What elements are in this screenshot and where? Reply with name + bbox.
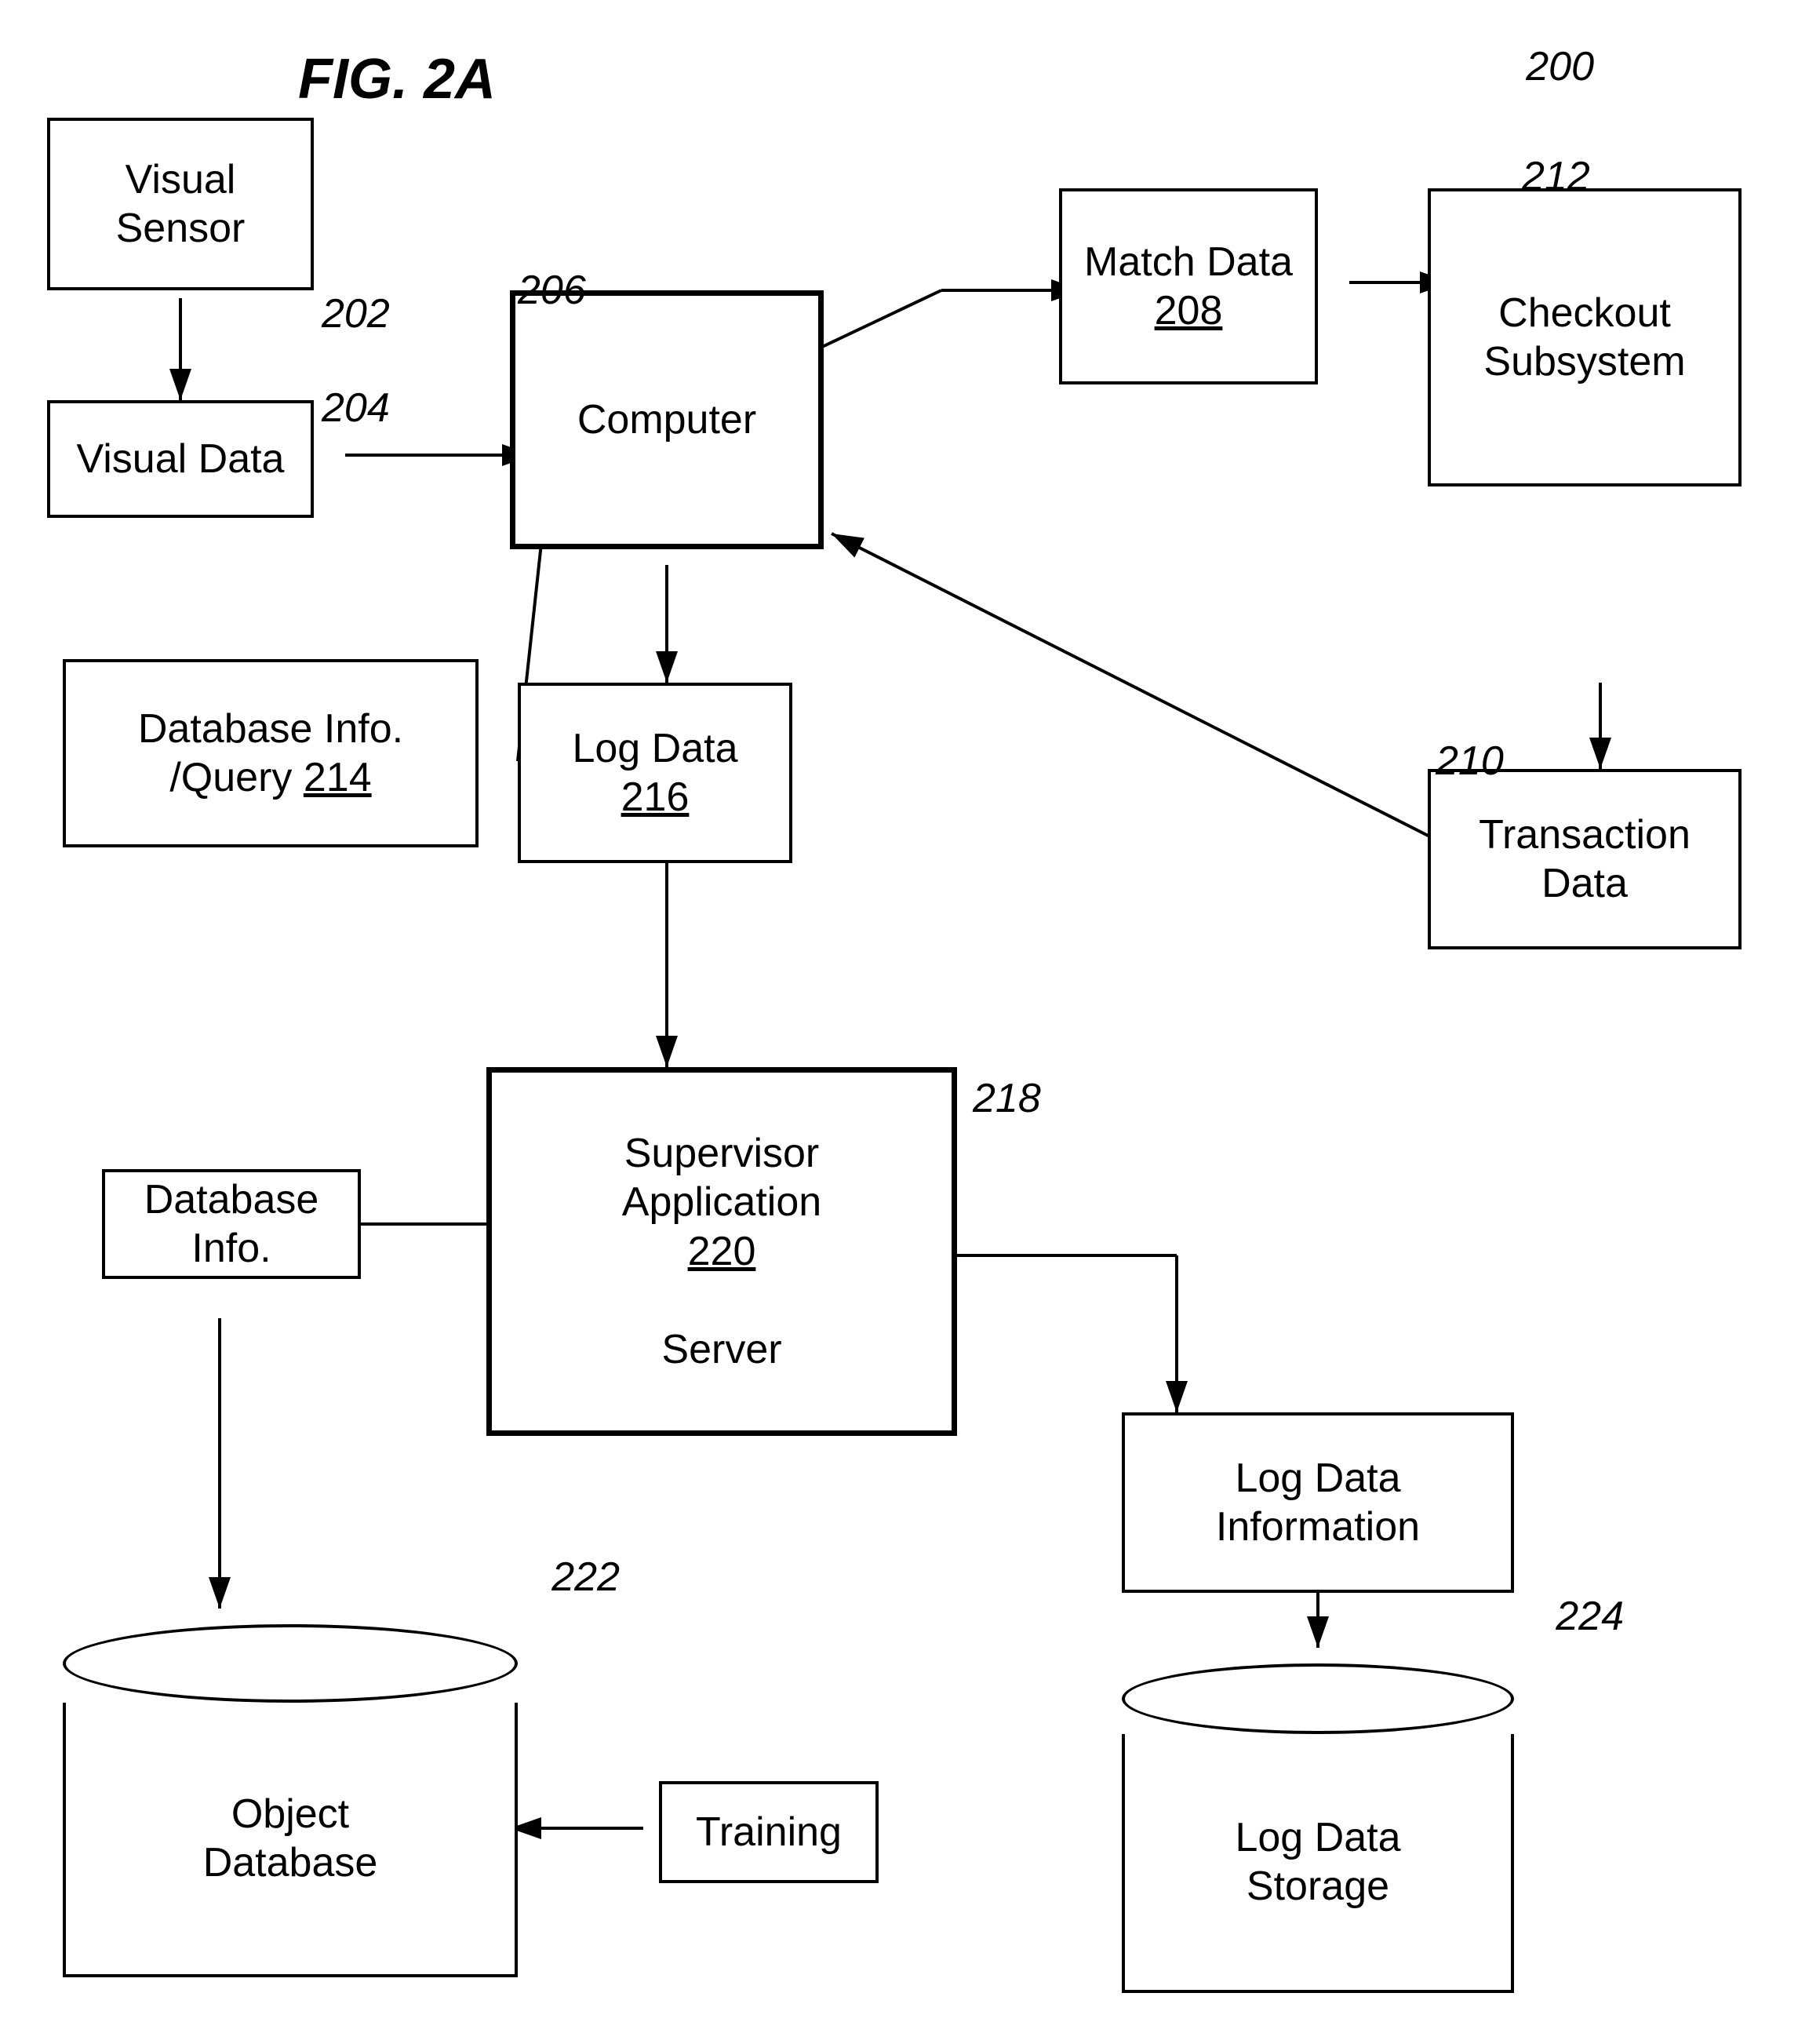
match-data-box: Match Data208 — [1059, 188, 1318, 384]
ref-200: 200 — [1526, 43, 1594, 90]
log-storage-top — [1122, 1663, 1514, 1734]
training-box: Training — [659, 1781, 879, 1883]
database-info-query-label: Database Info./Query 214 — [138, 705, 403, 803]
object-database-cylinder: ObjectDatabase 222 — [63, 1609, 518, 1993]
database-info-query-box: Database Info./Query 214 — [63, 659, 479, 847]
visual-data-label: Visual Data — [77, 435, 285, 483]
log-storage-body: Log DataStorage — [1122, 1734, 1514, 1993]
match-data-label: Match Data208 — [1084, 238, 1293, 336]
log-data-label: Log Data216 — [572, 724, 737, 822]
ref-202: 202 — [322, 290, 390, 337]
visual-data-box: Visual Data — [47, 400, 314, 518]
computer-box: Computer — [510, 290, 824, 549]
object-database-label: ObjectDatabase — [203, 1790, 378, 1888]
log-data-info-box: Log DataInformation — [1122, 1412, 1514, 1593]
ref-210: 210 — [1436, 738, 1504, 785]
ref-224: 224 — [1556, 1593, 1624, 1640]
object-db-top — [63, 1624, 518, 1703]
supervisor-app-box: SupervisorApplication220Server — [486, 1067, 957, 1436]
ref-206: 206 — [518, 267, 586, 314]
computer-label: Computer — [577, 395, 756, 444]
log-data-box: Log Data216 — [518, 683, 792, 863]
visual-sensor-label: VisualSensor — [116, 155, 246, 253]
supervisor-app-label: SupervisorApplication220Server — [622, 1129, 821, 1374]
ref-212: 212 — [1522, 153, 1590, 200]
figure-title: FIG. 2A — [298, 47, 496, 111]
training-label: Training — [696, 1808, 842, 1856]
ref-218: 218 — [973, 1075, 1041, 1122]
diagram-container: FIG. 2A 200 VisualSensor 202 Visual Data… — [0, 0, 1798, 2044]
transaction-data-box: TransactionData — [1428, 769, 1742, 949]
transaction-data-label: TransactionData — [1479, 811, 1691, 909]
visual-sensor-box: VisualSensor — [47, 118, 314, 290]
log-data-storage-label: Log DataStorage — [1235, 1813, 1400, 1911]
log-data-storage-cylinder: Log DataStorage 224 — [1122, 1648, 1514, 2009]
database-info-small-label: Database Info. — [105, 1175, 358, 1273]
checkout-subsystem-box: CheckoutSubsystem — [1428, 188, 1742, 486]
object-db-body: ObjectDatabase — [63, 1703, 518, 1977]
ref-222: 222 — [551, 1554, 620, 1601]
log-data-info-label: Log DataInformation — [1216, 1454, 1420, 1552]
ref-204: 204 — [322, 384, 390, 432]
checkout-subsystem-label: CheckoutSubsystem — [1483, 289, 1685, 387]
database-info-box: Database Info. — [102, 1169, 361, 1279]
